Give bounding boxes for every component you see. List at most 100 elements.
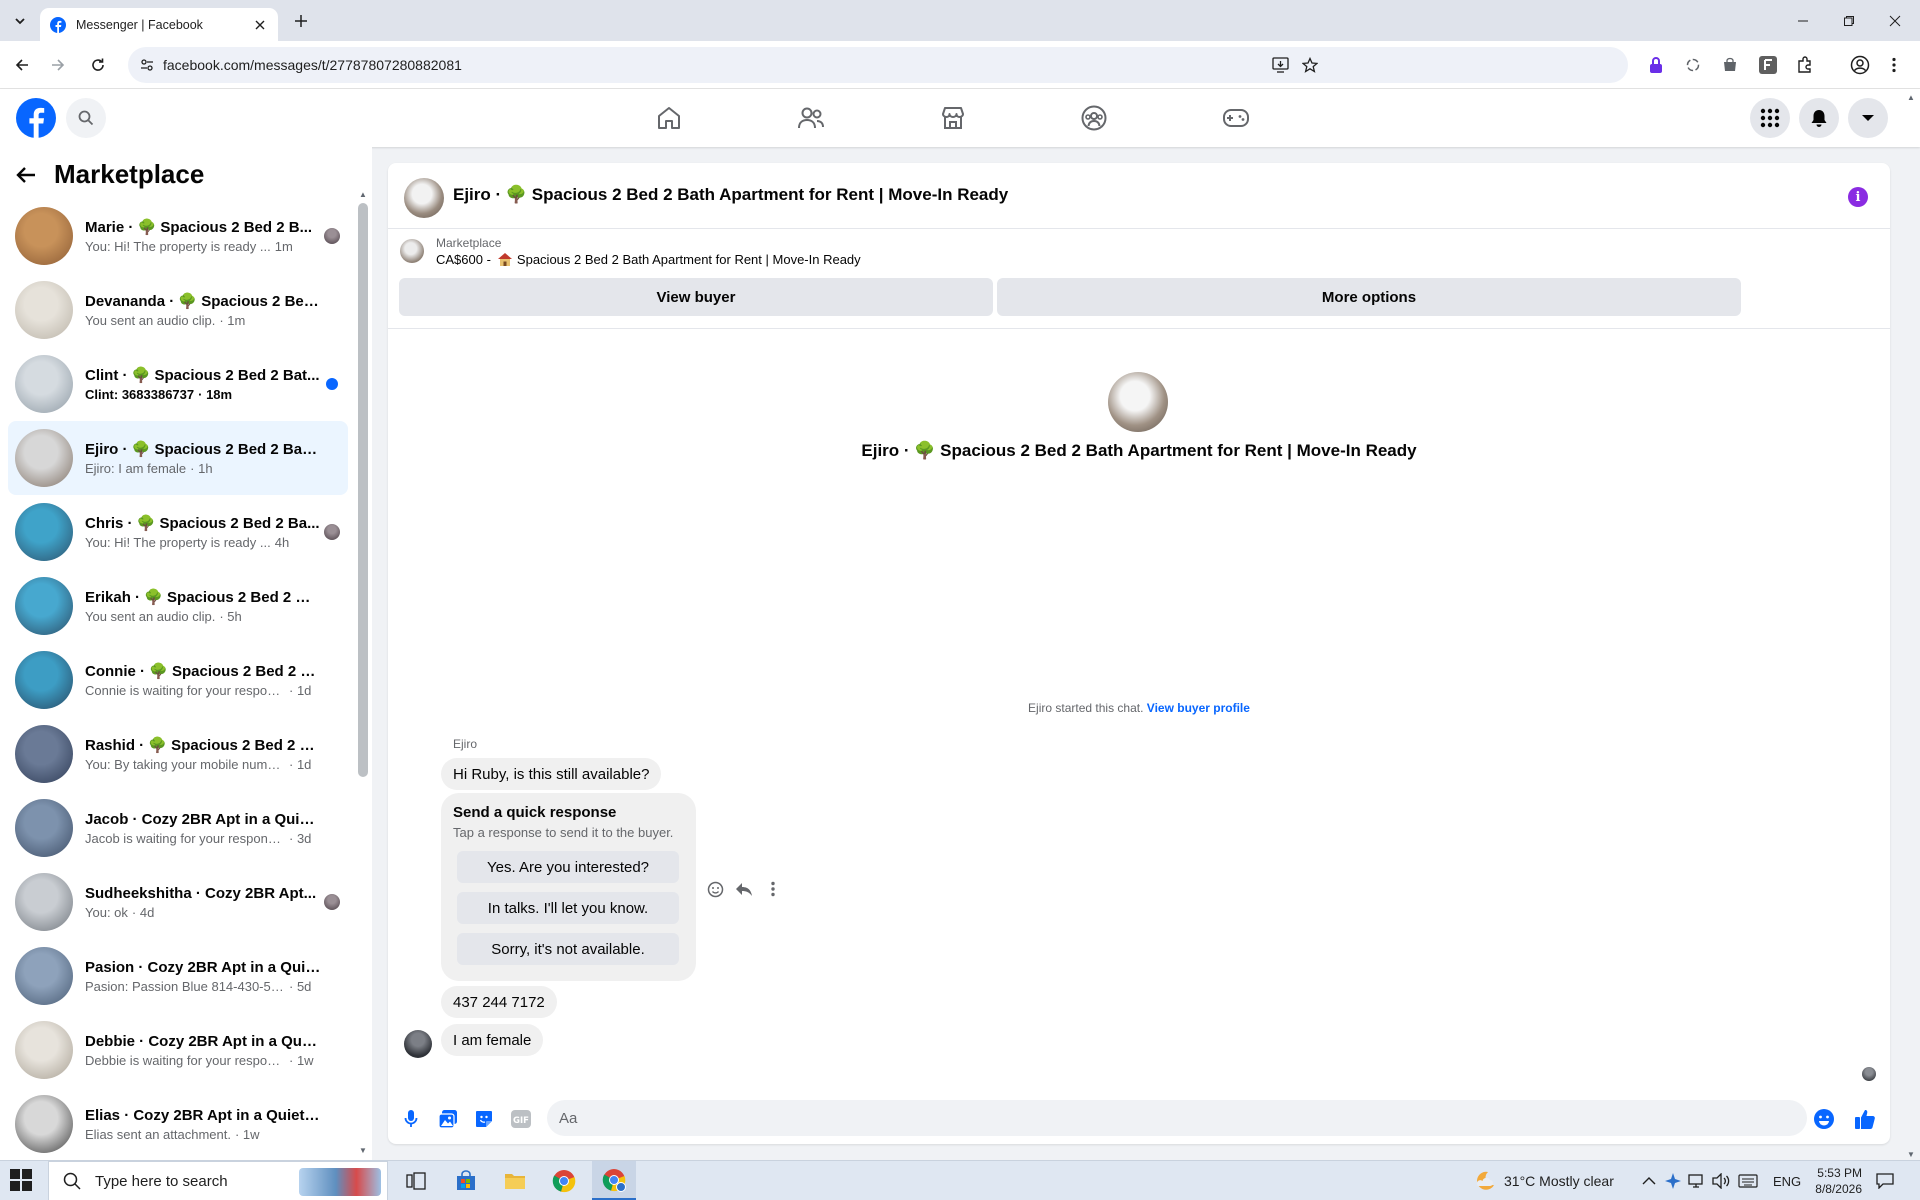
notification-center-icon[interactable]: [1876, 1161, 1894, 1200]
bookmark-star-icon[interactable]: [1302, 57, 1318, 73]
nav-gaming-icon[interactable]: [1180, 89, 1292, 147]
notifications-bell-icon[interactable]: [1799, 98, 1839, 138]
tab-close-icon[interactable]: [252, 17, 268, 33]
conversation-item[interactable]: Marie · 🌳 Spacious 2 Bed 2 B... You: Hi! …: [8, 199, 348, 273]
conversation-item[interactable]: Elias · Cozy 2BR Apt in a Quiet A... Elia…: [8, 1087, 348, 1161]
browser-menu-icon[interactable]: [1882, 53, 1906, 77]
conversation-info-icon[interactable]: i: [1848, 187, 1868, 207]
conversation-preview: Connie is waiting for your response.: [85, 683, 285, 698]
attach-photo-icon[interactable]: [436, 1107, 460, 1131]
quick-response-unavailable-button[interactable]: Sorry, it's not available.: [457, 933, 679, 965]
extension-recycle-icon[interactable]: [1681, 53, 1705, 77]
microsoft-store-icon[interactable]: [444, 1161, 488, 1200]
conversation-name: Chris · 🌳 Spacious 2 Bed 2 Ba...: [85, 515, 320, 532]
weather-widget[interactable]: 31°C Mostly clear: [1474, 1161, 1614, 1200]
windows-start-icon[interactable]: [10, 1169, 34, 1193]
chrome-profile-active-icon[interactable]: [592, 1161, 636, 1200]
address-bar[interactable]: facebook.com/messages/t/2778780728088208…: [128, 47, 1628, 83]
sidebar-scrollbar[interactable]: [358, 203, 368, 777]
conversation-item[interactable]: Chris · 🌳 Spacious 2 Bed 2 Ba... You: Hi!…: [8, 495, 348, 569]
nav-marketplace-icon[interactable]: [897, 89, 1009, 147]
chat-avatar[interactable]: [404, 178, 444, 218]
new-tab-icon[interactable]: [290, 10, 312, 32]
facebook-search-icon[interactable]: [66, 98, 106, 138]
emoji-picker-icon[interactable]: [1812, 1107, 1836, 1131]
back-icon[interactable]: [8, 51, 36, 79]
site-info-icon[interactable]: [140, 58, 154, 72]
nav-groups-icon[interactable]: [1038, 89, 1150, 147]
forward-icon[interactable]: [44, 51, 72, 79]
listing-thumbnail[interactable]: [400, 239, 424, 263]
browser-tab-messenger[interactable]: Messenger | Facebook: [40, 8, 278, 41]
tab-search-dropdown-icon[interactable]: [8, 9, 32, 33]
file-explorer-icon[interactable]: [493, 1161, 537, 1200]
language-indicator[interactable]: ENG: [1773, 1161, 1801, 1200]
listing-summary[interactable]: CA$600 - Spacious 2 Bed 2 Bath Apartment…: [436, 252, 861, 267]
conversation-item[interactable]: Pasion · Cozy 2BR Apt in a Quiet... Pasio…: [8, 939, 348, 1013]
listing-name: Spacious 2 Bed 2 Bath Apartment for Rent…: [516, 252, 861, 267]
conversation-item[interactable]: Rashid · 🌳 Spacious 2 Bed 2 Bat... You: B…: [8, 717, 348, 791]
chrome-icon[interactable]: [542, 1161, 586, 1200]
back-arrow-icon[interactable]: [16, 166, 36, 184]
keyboard-icon[interactable]: [1738, 1161, 1758, 1200]
reload-icon[interactable]: [84, 51, 112, 79]
restore-icon[interactable]: [1826, 0, 1872, 41]
message-bubble[interactable]: 437 244 7172: [441, 986, 557, 1018]
message-bubble[interactable]: I am female: [441, 1024, 544, 1056]
network-icon[interactable]: [1688, 1161, 1706, 1200]
profile-icon[interactable]: [1848, 53, 1872, 77]
conversation-item[interactable]: Connie · 🌳 Spacious 2 Bed 2 Ba... Connie …: [8, 643, 348, 717]
message-more-icon[interactable]: [761, 877, 785, 901]
message-input[interactable]: Aa: [547, 1100, 1807, 1136]
buyer-profile-avatar[interactable]: [1108, 372, 1168, 432]
menu-grid-icon[interactable]: [1750, 98, 1790, 138]
gif-icon[interactable]: GIF: [509, 1107, 533, 1131]
conversation-preview: Jacob is waiting for your response.: [85, 830, 285, 846]
volume-icon[interactable]: [1712, 1161, 1730, 1200]
show-hidden-icons-icon[interactable]: [1642, 1161, 1656, 1200]
chat-title[interactable]: Ejiro · 🌳 Spacious 2 Bed 2 Bath Apartmen…: [453, 185, 1008, 205]
like-thumb-icon[interactable]: [1853, 1107, 1877, 1131]
extension-f-icon[interactable]: [1756, 53, 1780, 77]
view-buyer-profile-link[interactable]: View buyer profile: [1147, 701, 1250, 715]
extensions-puzzle-icon[interactable]: [1793, 53, 1817, 77]
conversation-time: · 3d: [289, 830, 312, 846]
conversation-item[interactable]: Devananda · 🌳 Spacious 2 Bed ... You sent…: [8, 273, 348, 347]
quick-response-yes-button[interactable]: Yes. Are you interested?: [457, 851, 679, 883]
sidebar-scroll-down-icon[interactable]: ▼: [358, 1147, 368, 1155]
nav-friends-icon[interactable]: [755, 89, 867, 147]
reply-icon[interactable]: [732, 877, 756, 901]
react-emoji-icon[interactable]: [703, 877, 727, 901]
page-scroll-down-icon[interactable]: ▼: [1906, 1150, 1916, 1159]
conversation-item[interactable]: Erikah · 🌳 Spacious 2 Bed 2 Bat... You se…: [8, 569, 348, 643]
clock[interactable]: 5:53 PM 8/8/2026: [1808, 1161, 1862, 1200]
tab-title: Messenger | Facebook: [76, 17, 203, 32]
conversation-item[interactable]: Jacob · Cozy 2BR Apt in a Quiet ... Jacob…: [8, 791, 348, 865]
task-view-icon[interactable]: [394, 1161, 438, 1200]
sticker-icon[interactable]: [472, 1107, 496, 1131]
sidebar-scroll-up-icon[interactable]: ▲: [358, 191, 368, 199]
message-bubble[interactable]: Hi Ruby, is this still available?: [441, 758, 662, 790]
account-dropdown-icon[interactable]: [1848, 98, 1888, 138]
conversation-item[interactable]: Clint · 🌳 Spacious 2 Bed 2 Bat... Clint: …: [8, 347, 348, 421]
more-options-button[interactable]: More options: [997, 278, 1741, 316]
conversation-item[interactable]: Ejiro · 🌳 Spacious 2 Bed 2 Bath ... Ejiro…: [8, 421, 348, 495]
nav-home-icon[interactable]: [613, 89, 725, 147]
taskbar-search-box[interactable]: Type here to search: [48, 1161, 388, 1200]
conversation-name: Pasion · Cozy 2BR Apt in a Quiet...: [85, 958, 321, 976]
page-scroll-up-icon[interactable]: ▲: [1906, 93, 1916, 102]
extension-lock-icon[interactable]: [1644, 53, 1668, 77]
copilot-tray-icon[interactable]: [1665, 1161, 1681, 1200]
conversation-sidebar: Marketplace Marie · 🌳 Spacious 2 Bed 2 B…: [0, 147, 372, 1160]
extension-store-icon[interactable]: [1718, 53, 1742, 77]
view-buyer-button[interactable]: View buyer: [399, 278, 993, 316]
quick-response-talks-button[interactable]: In talks. I'll let you know.: [457, 892, 679, 924]
minimize-icon[interactable]: [1780, 0, 1826, 41]
voice-clip-icon[interactable]: [399, 1107, 423, 1131]
install-app-icon[interactable]: [1272, 57, 1289, 73]
conversation-item[interactable]: Sudheekshitha · Cozy 2BR Apt... You: ok · …: [8, 865, 348, 939]
sender-avatar[interactable]: [404, 1030, 432, 1058]
conversation-item[interactable]: Debbie · Cozy 2BR Apt in a Quie... Debbie…: [8, 1013, 348, 1087]
close-window-icon[interactable]: [1872, 0, 1918, 41]
facebook-logo-icon[interactable]: [16, 98, 56, 138]
